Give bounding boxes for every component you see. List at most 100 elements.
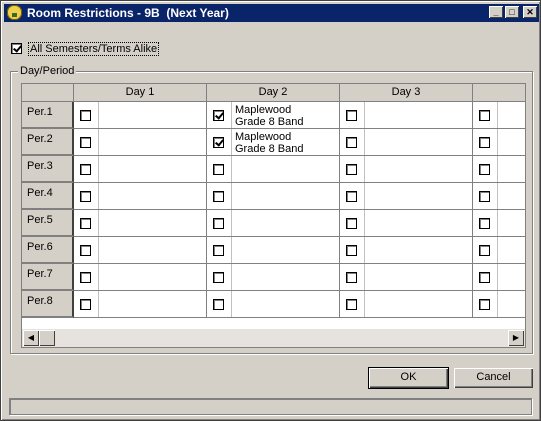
grid-cell[interactable] bbox=[207, 156, 340, 183]
cell-checkbox[interactable] bbox=[213, 299, 224, 310]
grid-cell[interactable] bbox=[74, 291, 207, 318]
grid-cell[interactable] bbox=[473, 237, 525, 264]
cell-divider bbox=[364, 102, 365, 128]
cell-divider bbox=[497, 210, 498, 236]
grid-cell[interactable] bbox=[340, 291, 473, 318]
cell-checkbox[interactable] bbox=[479, 137, 490, 148]
horizontal-scrollbar[interactable]: ◀ ▶ bbox=[22, 329, 525, 347]
cancel-button[interactable]: Cancel bbox=[454, 368, 533, 388]
cell-checkbox[interactable] bbox=[80, 110, 91, 121]
cell-checkbox[interactable] bbox=[346, 137, 357, 148]
cell-checkbox[interactable] bbox=[346, 191, 357, 202]
grid-cell[interactable] bbox=[473, 183, 525, 210]
cell-checkbox[interactable] bbox=[213, 191, 224, 202]
grid-cell[interactable] bbox=[473, 156, 525, 183]
close-icon[interactable]: ✕ bbox=[523, 6, 537, 18]
grid-cell[interactable] bbox=[207, 183, 340, 210]
cell-checkbox[interactable] bbox=[346, 299, 357, 310]
ok-button[interactable]: OK bbox=[368, 367, 449, 389]
grid-cell[interactable] bbox=[207, 291, 340, 318]
cell-checkbox[interactable] bbox=[213, 164, 224, 175]
cell-checkbox[interactable] bbox=[479, 299, 490, 310]
grid-cell[interactable] bbox=[74, 183, 207, 210]
grid-cell[interactable] bbox=[340, 129, 473, 156]
cell-checkbox[interactable] bbox=[479, 245, 490, 256]
grid-cell[interactable] bbox=[207, 210, 340, 237]
all-semesters-check[interactable] bbox=[11, 43, 22, 54]
cell-checkbox[interactable] bbox=[80, 245, 91, 256]
scroll-left-icon[interactable]: ◀ bbox=[23, 330, 39, 346]
app-icon bbox=[7, 5, 22, 20]
cell-divider bbox=[231, 210, 232, 236]
grid-cell[interactable] bbox=[340, 156, 473, 183]
cell-divider bbox=[98, 102, 99, 128]
cell-assignment-text: Maplewood Grade 8 Band bbox=[235, 131, 304, 155]
grid-cell[interactable] bbox=[340, 183, 473, 210]
cell-divider bbox=[231, 156, 232, 182]
grid-cell[interactable] bbox=[340, 264, 473, 291]
minimize-icon[interactable]: _ bbox=[489, 6, 503, 18]
cell-checkbox[interactable] bbox=[479, 191, 490, 202]
grid-cell[interactable] bbox=[340, 237, 473, 264]
scroll-right-icon[interactable]: ▶ bbox=[508, 330, 524, 346]
scroll-thumb[interactable] bbox=[39, 330, 55, 346]
grid-cell[interactable] bbox=[74, 156, 207, 183]
cell-divider bbox=[98, 129, 99, 155]
cell-checkbox[interactable] bbox=[213, 137, 224, 148]
cell-checkbox[interactable] bbox=[479, 272, 490, 283]
grid-cell[interactable] bbox=[473, 264, 525, 291]
cell-checkbox[interactable] bbox=[346, 245, 357, 256]
status-bar bbox=[9, 398, 532, 415]
cell-checkbox[interactable] bbox=[213, 245, 224, 256]
cell-divider bbox=[231, 102, 232, 128]
cell-checkbox[interactable] bbox=[479, 218, 490, 229]
period-header: Per.7 bbox=[22, 264, 74, 291]
cell-checkbox[interactable] bbox=[80, 191, 91, 202]
cell-divider bbox=[364, 291, 365, 317]
day-period-group-label: Day/Period bbox=[18, 65, 77, 77]
cell-divider bbox=[364, 129, 365, 155]
maximize-icon[interactable]: □ bbox=[505, 6, 519, 18]
grid-cell[interactable] bbox=[207, 237, 340, 264]
cell-divider bbox=[98, 291, 99, 317]
grid-cell[interactable] bbox=[207, 264, 340, 291]
grid-cell[interactable] bbox=[74, 129, 207, 156]
cell-divider bbox=[231, 129, 232, 155]
cell-checkbox[interactable] bbox=[213, 218, 224, 229]
grid-cell[interactable] bbox=[473, 291, 525, 318]
cell-checkbox[interactable] bbox=[479, 164, 490, 175]
grid-cell[interactable] bbox=[340, 102, 473, 129]
grid-cell[interactable] bbox=[473, 102, 525, 129]
grid-cell[interactable] bbox=[74, 264, 207, 291]
cell-checkbox[interactable] bbox=[213, 110, 224, 121]
cell-checkbox[interactable] bbox=[80, 299, 91, 310]
cell-checkbox[interactable] bbox=[346, 272, 357, 283]
grid-cell[interactable]: Maplewood Grade 8 Band bbox=[207, 102, 340, 129]
period-header: Per.8 bbox=[22, 291, 74, 318]
cell-checkbox[interactable] bbox=[346, 218, 357, 229]
cell-checkbox[interactable] bbox=[80, 218, 91, 229]
cell-checkbox[interactable] bbox=[80, 137, 91, 148]
grid-cell[interactable] bbox=[74, 210, 207, 237]
grid-cell[interactable]: Maplewood Grade 8 Band bbox=[207, 129, 340, 156]
period-header: Per.5 bbox=[22, 210, 74, 237]
cell-checkbox[interactable] bbox=[346, 164, 357, 175]
period-header: Per.1 bbox=[22, 102, 74, 129]
column-header: Day 3 bbox=[340, 84, 473, 102]
window-title: Room Restrictions - 9B (Next Year) bbox=[27, 6, 229, 20]
period-header: Per.6 bbox=[22, 237, 74, 264]
grid-cell[interactable] bbox=[473, 129, 525, 156]
cell-checkbox[interactable] bbox=[80, 272, 91, 283]
grid-cell[interactable] bbox=[74, 102, 207, 129]
grid-cell[interactable] bbox=[473, 210, 525, 237]
cell-divider bbox=[98, 264, 99, 290]
grid-cell[interactable] bbox=[340, 210, 473, 237]
cell-checkbox[interactable] bbox=[346, 110, 357, 121]
cell-checkbox[interactable] bbox=[479, 110, 490, 121]
title-bar[interactable]: Room Restrictions - 9B (Next Year) _ □ ✕ bbox=[4, 4, 539, 22]
grid-cell[interactable] bbox=[74, 237, 207, 264]
cell-checkbox[interactable] bbox=[213, 272, 224, 283]
cell-divider bbox=[231, 237, 232, 263]
cell-checkbox[interactable] bbox=[80, 164, 91, 175]
grid-corner bbox=[22, 84, 74, 102]
